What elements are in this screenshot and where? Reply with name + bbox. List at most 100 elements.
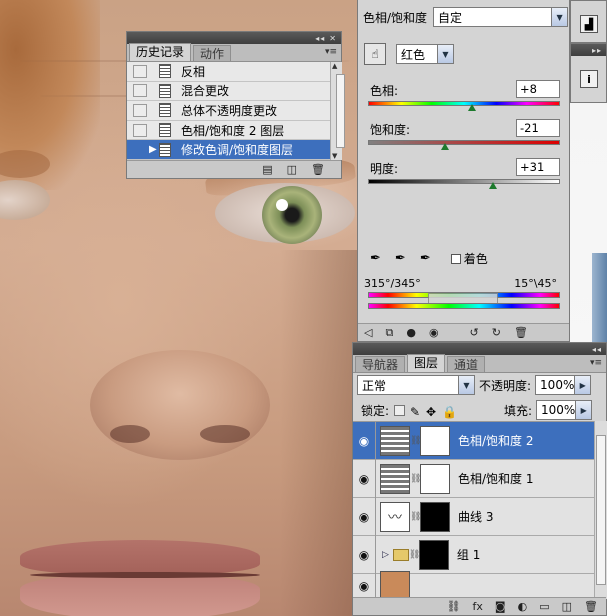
layer-mask-thumbnail[interactable] [420, 425, 450, 456]
saturation-slider-thumb[interactable] [440, 143, 449, 150]
fill-input[interactable]: 100% ▶ [536, 400, 592, 420]
snapshot-checkbox[interactable] [133, 103, 147, 117]
eyedropper-minus-icon[interactable]: ✒ [420, 251, 431, 266]
new-document-from-state-icon[interactable]: ▤ [262, 163, 272, 176]
snapshot-checkbox[interactable] [133, 143, 147, 157]
lock-row: 锁定: ✎ ✥ 🔒 填充: 100% ▶ [353, 399, 606, 421]
visibility-eye-icon[interactable]: ◉ [353, 434, 375, 448]
hue-saturation-adjustment-icon[interactable] [380, 463, 410, 494]
create-snapshot-icon[interactable]: ◫ [287, 163, 297, 176]
tab-actions[interactable]: 动作 [193, 45, 232, 61]
link-chain-icon[interactable]: ⛓ [409, 550, 420, 560]
visibility-eye-icon[interactable]: ◉ [353, 510, 375, 524]
link-layers-icon[interactable]: ⛓ [447, 600, 461, 613]
snapshot-checkbox[interactable] [133, 84, 147, 98]
scroll-thumb[interactable] [596, 435, 606, 585]
eyedropper-plus-icon[interactable]: ✒ [395, 251, 406, 266]
layer-row[interactable]: ◉ ▷ ⛓ 组 1 [353, 535, 594, 574]
eyedropper-icon[interactable]: ✒ [370, 251, 381, 266]
visibility-eye-icon[interactable]: ◉ [353, 472, 375, 486]
delete-icon[interactable]: 🗑 [311, 163, 325, 176]
layer-row-selected[interactable]: ◉ ⛓ 色相/饱和度 2 [353, 422, 594, 460]
tab-layers[interactable]: 图层 [407, 354, 446, 372]
layer-mask-thumbnail[interactable] [420, 501, 450, 532]
back-arrow-icon[interactable]: ◁ [364, 326, 372, 339]
dock-titlebar[interactable]: ▸▸ [571, 44, 606, 56]
tab-history[interactable]: 历史记录 [129, 43, 192, 61]
snapshot-checkbox[interactable] [133, 123, 147, 137]
add-mask-icon[interactable]: ◙ [495, 600, 506, 613]
view-previous-icon[interactable]: ↺ [470, 326, 479, 339]
layer-style-fx-icon[interactable]: fx [473, 600, 483, 613]
link-chain-icon[interactable]: ⛓ [410, 474, 421, 484]
collapse-icon[interactable]: ◂◂ [315, 34, 325, 43]
layer-mask-thumbnail[interactable] [420, 463, 450, 494]
histogram-icon[interactable]: ▟ [580, 15, 598, 33]
history-item[interactable]: 色相/饱和度 2 图层 [127, 121, 330, 141]
delete-icon[interactable]: 🗑 [584, 600, 598, 613]
tab-navigator[interactable]: 导航器 [355, 356, 406, 372]
curves-adjustment-icon[interactable]: 〰 [380, 501, 410, 532]
delete-icon[interactable]: 🗑 [514, 326, 528, 339]
history-item[interactable]: 反相 [127, 62, 330, 82]
adjustments-footer: ◁ ⧉ ● ◉ ↺ ↻ 🗑 [358, 323, 569, 341]
collapse-icon[interactable]: ◂◂ [592, 345, 602, 354]
visibility-eye-icon[interactable]: ◉ [353, 579, 375, 593]
tab-channels[interactable]: 通道 [447, 356, 486, 372]
snapshot-checkbox[interactable] [133, 64, 147, 78]
panel-menu-icon[interactable]: ▾≡ [590, 358, 602, 368]
targeted-adjustment-hand-icon[interactable]: ☝ [364, 43, 386, 65]
layers-scrollbar[interactable] [594, 421, 607, 599]
colorize-checkbox[interactable] [450, 253, 461, 264]
layer-mask-thumbnail[interactable] [418, 539, 449, 570]
scroll-up-icon[interactable]: ▲ [332, 62, 337, 70]
lightness-input[interactable]: +31 [516, 158, 560, 176]
saturation-slider-track[interactable] [368, 140, 560, 145]
panel-menu-icon[interactable]: ▾≡ [325, 47, 337, 57]
new-layer-icon[interactable]: ◫ [562, 600, 572, 613]
layer-name: 组 1 [456, 548, 481, 562]
visibility-eye-icon[interactable]: ◉ [353, 548, 375, 562]
colorize-option[interactable]: 着色 [450, 250, 488, 267]
history-item[interactable]: 总体不透明度更改 [127, 101, 330, 121]
lightness-slider-thumb[interactable] [488, 182, 497, 189]
lock-move-icon[interactable]: ✥ [426, 405, 437, 419]
hue-saturation-adjustment-icon[interactable] [380, 425, 410, 456]
hue-slider-track[interactable] [368, 101, 560, 106]
visibility-eye-icon[interactable]: ◉ [429, 326, 439, 339]
link-chain-icon[interactable]: ⛓ [410, 436, 421, 446]
expand-group-icon[interactable]: ▷ [382, 550, 389, 560]
lock-transparency-icon[interactable] [394, 404, 406, 416]
opacity-input[interactable]: 100% ▶ [535, 375, 592, 395]
lightness-slider-track[interactable] [368, 179, 560, 184]
hue-slider-thumb[interactable] [467, 104, 476, 111]
hue-input[interactable]: +8 [516, 80, 560, 98]
layer-row[interactable]: ◉ 〰 ⛓ 曲线 3 [353, 497, 594, 536]
info-icon[interactable]: i [580, 70, 598, 88]
layer-row[interactable]: ◉ ⛓ 色相/饱和度 1 [353, 459, 594, 498]
photo-layer-thumbnail[interactable] [380, 570, 410, 599]
new-group-icon[interactable]: ▭ [539, 600, 549, 613]
scroll-thumb[interactable] [336, 74, 345, 148]
lock-all-icon[interactable]: 🔒 [442, 405, 457, 419]
reset-icon[interactable]: ↻ [492, 326, 501, 339]
layers-titlebar[interactable]: ◂◂ [353, 343, 606, 355]
blend-mode-select[interactable]: 正常 ▼ [357, 375, 475, 395]
divider [375, 497, 376, 536]
clip-to-layer-icon[interactable]: ● [406, 326, 416, 339]
expand-view-icon[interactable]: ⧉ [385, 326, 393, 340]
scroll-down-icon[interactable]: ▼ [332, 152, 337, 160]
history-item[interactable]: 混合更改 [127, 82, 330, 102]
channel-select[interactable]: 红色 ▼ [396, 44, 454, 64]
preset-select[interactable]: 自定 ▼ [433, 7, 569, 27]
expand-icon[interactable]: ▸▸ [592, 46, 602, 55]
lock-paint-icon[interactable]: ✎ [410, 405, 421, 419]
link-chain-icon[interactable]: ⛓ [410, 512, 421, 522]
new-adjustment-layer-icon[interactable]: ◐ [518, 600, 528, 613]
history-scrollbar[interactable]: ▲ ▼ [330, 62, 345, 160]
history-item-selected[interactable]: ▶ 修改色调/饱和度图层 [127, 140, 330, 160]
histogram-dock: ▟ [570, 0, 607, 43]
close-icon[interactable]: ✕ [329, 34, 337, 43]
layer-row[interactable]: ◉ [353, 566, 594, 599]
saturation-input[interactable]: -21 [516, 119, 560, 137]
